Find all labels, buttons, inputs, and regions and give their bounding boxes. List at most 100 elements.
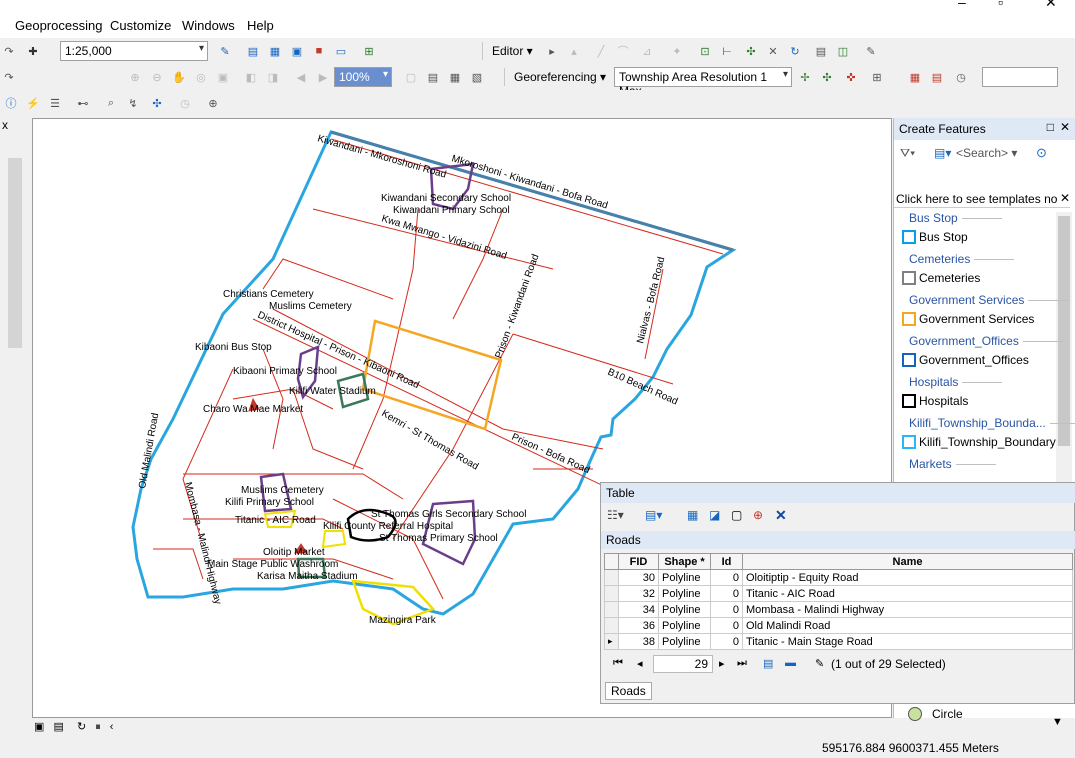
record-number-input[interactable]: 29 bbox=[653, 655, 713, 673]
template-government-offices[interactable]: Government_Offices bbox=[902, 353, 1029, 367]
view-link-table-icon[interactable]: ▦ bbox=[906, 68, 924, 86]
create-viewer-icon[interactable]: ⊕ bbox=[204, 94, 222, 112]
previous-extent-icon[interactable]: ◀ bbox=[292, 68, 310, 86]
scrollbar-thumb[interactable] bbox=[1058, 216, 1070, 446]
scroll-left-icon[interactable]: ‹ bbox=[110, 721, 114, 733]
table-row[interactable]: 32 Polyline 0 Titanic - AIC Road bbox=[604, 585, 1073, 602]
template-township-boundary[interactable]: Kilifi_Township_Boundary bbox=[902, 435, 1056, 449]
show-selected-records-icon[interactable]: ▬ bbox=[785, 657, 796, 669]
select-by-attributes-icon[interactable]: ▦ bbox=[687, 508, 698, 522]
column-header[interactable]: Name bbox=[742, 553, 1073, 570]
chevron-down-icon[interactable]: ▼ bbox=[1052, 716, 1063, 728]
viewer-icon[interactable]: ▤ bbox=[928, 68, 946, 86]
edit-tool-icon[interactable]: ▸ bbox=[543, 42, 561, 60]
find-icon[interactable]: ⌕ bbox=[102, 94, 120, 112]
show-all-records-icon[interactable]: ▤ bbox=[763, 657, 773, 670]
column-header[interactable]: Shape * bbox=[658, 553, 711, 570]
organize-templates-icon[interactable]: ⛛▾ bbox=[900, 146, 915, 161]
rotate-georef-icon[interactable]: ✢ bbox=[796, 68, 814, 86]
tab-roads[interactable]: Roads bbox=[605, 682, 652, 700]
close-icon[interactable]: ✕ bbox=[1060, 120, 1070, 134]
column-header[interactable]: FID bbox=[618, 553, 659, 570]
table-row[interactable]: 34 Polyline 0 Mombasa - Malindi Highway bbox=[604, 601, 1073, 618]
data-driven-pages-icon[interactable]: ▧ bbox=[468, 68, 486, 86]
scale-combo[interactable]: 1:25,000 ▾ bbox=[60, 41, 208, 61]
zoom-100-icon[interactable]: ▣ bbox=[214, 68, 232, 86]
row-selector[interactable] bbox=[604, 569, 619, 586]
switch-selection-icon[interactable]: ◪ bbox=[709, 508, 720, 522]
rotate-tool-icon[interactable]: ◷ bbox=[952, 68, 970, 86]
end-point-arc-icon[interactable]: ⌒ bbox=[614, 42, 632, 60]
tool-circle[interactable]: Circle bbox=[908, 707, 963, 721]
focus-frame-icon[interactable]: ▤ bbox=[424, 68, 442, 86]
info-icon[interactable]: ⓘ bbox=[2, 94, 20, 112]
row-selector[interactable] bbox=[604, 617, 619, 634]
back-extent-icon[interactable]: ◧ bbox=[242, 68, 260, 86]
menu-customize[interactable]: Customize bbox=[110, 18, 171, 33]
menu-help[interactable]: Help bbox=[247, 18, 274, 33]
template-search-input[interactable]: <Search> ▾ bbox=[954, 144, 1030, 162]
previous-record-icon[interactable]: ◂ bbox=[637, 657, 643, 670]
maximize-icon[interactable]: ▫ bbox=[998, 0, 1003, 10]
template-cemeteries[interactable]: Cemeteries bbox=[902, 271, 980, 285]
templates-scrollbar[interactable] bbox=[1056, 212, 1072, 482]
html-popup-icon[interactable]: ☰ bbox=[46, 94, 64, 112]
forward-extent-icon[interactable]: ◨ bbox=[264, 68, 282, 86]
restore-icon[interactable]: □ bbox=[1047, 120, 1054, 134]
search-icon[interactable]: ⊙ bbox=[1036, 145, 1047, 161]
templates-message[interactable]: Click here to see templates no ✕ bbox=[894, 190, 1070, 208]
row-selector[interactable] bbox=[604, 585, 619, 602]
delete-selected-icon[interactable]: ✕ bbox=[775, 507, 787, 524]
sketch-properties-icon[interactable]: ◫ bbox=[834, 42, 852, 60]
table-of-contents-icon[interactable]: ▤ bbox=[244, 42, 262, 60]
straight-segment-icon[interactable]: ╱ bbox=[592, 42, 610, 60]
split-icon[interactable]: ✕ bbox=[764, 42, 782, 60]
go-to-xy-icon[interactable]: ✣ bbox=[148, 94, 166, 112]
redo-icon[interactable]: ↷ bbox=[0, 68, 18, 86]
refresh-icon[interactable]: ↻ bbox=[77, 721, 86, 733]
editor-menu[interactable]: Editor ▾ bbox=[492, 44, 533, 58]
time-slider-icon[interactable]: ◷ bbox=[176, 94, 194, 112]
menu-windows[interactable]: Windows bbox=[182, 18, 235, 33]
measure-icon[interactable]: ⊷ bbox=[74, 94, 92, 112]
next-record-icon[interactable]: ▸ bbox=[719, 657, 725, 670]
menu-geoprocessing[interactable]: Geoprocessing bbox=[15, 18, 102, 33]
find-route-icon[interactable]: ↯ bbox=[124, 94, 142, 112]
add-control-points-icon[interactable]: ✜ bbox=[842, 68, 860, 86]
shift-georef-icon[interactable]: ✣ bbox=[818, 68, 836, 86]
hyperlink-icon[interactable]: ⚡ bbox=[24, 94, 42, 112]
template-hospitals[interactable]: Hospitals bbox=[902, 394, 968, 408]
current-row-icon[interactable]: ▸ bbox=[604, 633, 619, 650]
edit-annotation-icon[interactable]: ▴ bbox=[565, 42, 583, 60]
change-layout-icon[interactable]: ▦ bbox=[446, 68, 464, 86]
column-header[interactable]: Id bbox=[710, 553, 743, 570]
zoom-out-fixed-icon[interactable]: ⊖ bbox=[148, 68, 166, 86]
row-selector[interactable] bbox=[604, 601, 619, 618]
search-window-icon[interactable]: ▣ bbox=[288, 42, 306, 60]
attributes-icon[interactable]: ▤ bbox=[812, 42, 830, 60]
catalog-icon[interactable]: ▦ bbox=[266, 42, 284, 60]
reshape-icon[interactable]: ⊢ bbox=[718, 42, 736, 60]
georeferencing-menu[interactable]: Georeferencing ▾ bbox=[514, 70, 606, 84]
close-icon[interactable]: x bbox=[2, 118, 8, 132]
table-row[interactable]: 36 Polyline 0 Old Malindi Road bbox=[604, 617, 1073, 634]
model-builder-icon[interactable]: ⊞ bbox=[360, 42, 378, 60]
zoom-in-fixed-icon[interactable]: ⊕ bbox=[126, 68, 144, 86]
georef-layer-combo[interactable]: Township Area Resolution 1 Max▾ bbox=[614, 67, 792, 98]
last-record-icon[interactable]: ⏭ bbox=[737, 657, 747, 670]
rotate-icon[interactable]: ↻ bbox=[786, 42, 804, 60]
first-record-icon[interactable]: ⏮ bbox=[613, 657, 623, 670]
pause-icon[interactable]: ⏸ bbox=[95, 721, 101, 733]
redo-icon[interactable]: ↷ bbox=[0, 42, 18, 60]
table-row[interactable]: ▸ 38 Polyline 0 Titanic - Main Stage Road bbox=[604, 633, 1073, 650]
add-data-icon[interactable]: ✚ bbox=[24, 42, 42, 60]
template-government-services[interactable]: Government Services bbox=[902, 312, 1034, 326]
data-view-icon[interactable]: ▣ bbox=[34, 721, 44, 733]
editor-toolbar-icon[interactable]: ✎ bbox=[216, 42, 234, 60]
template-list-icon[interactable]: ▤▾ bbox=[934, 146, 951, 160]
toggle-draft-icon[interactable]: ▢ bbox=[402, 68, 420, 86]
next-extent-icon[interactable]: ▶ bbox=[314, 68, 332, 86]
arctoolbox-icon[interactable]: ■ bbox=[310, 42, 328, 60]
rotation-angle-input[interactable] bbox=[982, 67, 1058, 87]
layout-zoom-combo[interactable]: 100% ▾ bbox=[334, 67, 392, 87]
